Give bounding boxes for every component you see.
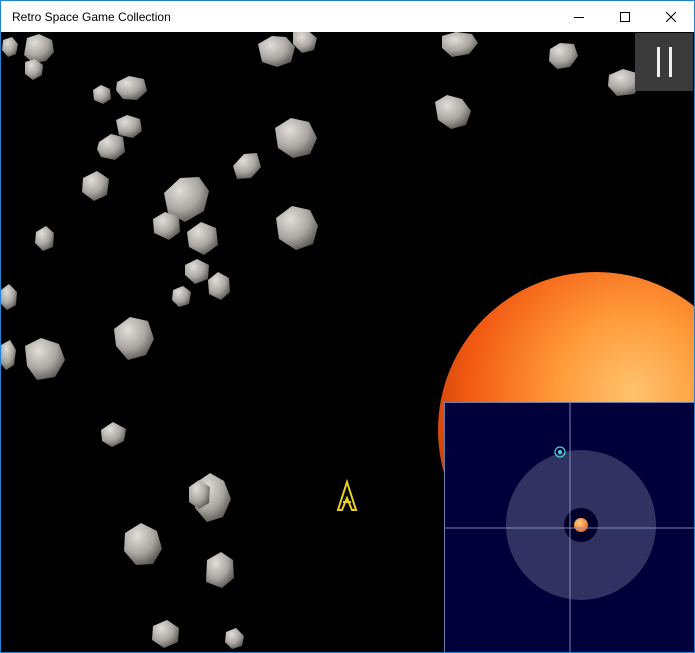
- asteroid: [97, 134, 125, 160]
- minimize-icon: [574, 16, 584, 18]
- asteroid: [25, 59, 43, 80]
- minimap-radar: [445, 403, 694, 652]
- radar-sun-marker: [574, 518, 588, 532]
- asteroid: [208, 272, 230, 300]
- asteroid: [1, 284, 17, 310]
- asteroid: [114, 317, 154, 360]
- asteroid: [233, 153, 261, 179]
- window-controls: [556, 1, 694, 32]
- maximize-button[interactable]: [602, 1, 648, 32]
- maximize-icon: [620, 11, 630, 22]
- asteroid: [1, 340, 16, 370]
- asteroid: [276, 206, 318, 250]
- asteroid: [435, 95, 471, 129]
- asteroid: [258, 36, 295, 67]
- asteroid: [35, 226, 54, 251]
- asteroid: [549, 43, 578, 69]
- asteroid: [116, 115, 142, 138]
- window-title: Retro Space Game Collection: [12, 9, 171, 24]
- asteroid: [293, 32, 317, 53]
- asteroid: [185, 259, 209, 284]
- asteroid: [116, 76, 147, 100]
- app-window: Retro Space Game Collection: [0, 0, 695, 653]
- asteroid: [172, 286, 191, 307]
- asteroid: [93, 85, 111, 104]
- minimize-button[interactable]: [556, 1, 602, 32]
- asteroid: [187, 222, 218, 255]
- asteroid: [206, 552, 234, 588]
- asteroid: [152, 620, 179, 648]
- asteroid: [82, 171, 109, 201]
- asteroid: [101, 422, 126, 447]
- asteroid: [25, 338, 65, 380]
- asteroid: [225, 628, 244, 649]
- player-ship: [336, 478, 358, 511]
- asteroid: [153, 212, 180, 240]
- close-icon: [666, 11, 676, 22]
- pause-icon: [656, 47, 672, 77]
- asteroid: [124, 523, 162, 565]
- asteroid: [2, 37, 18, 57]
- pause-button[interactable]: [635, 33, 693, 91]
- asteroid: [275, 118, 317, 158]
- title-bar[interactable]: Retro Space Game Collection: [1, 1, 694, 32]
- close-button[interactable]: [648, 1, 694, 32]
- game-canvas[interactable]: [1, 32, 694, 652]
- minimap: [444, 402, 694, 652]
- asteroid: [442, 32, 478, 57]
- asteroid: [24, 34, 54, 63]
